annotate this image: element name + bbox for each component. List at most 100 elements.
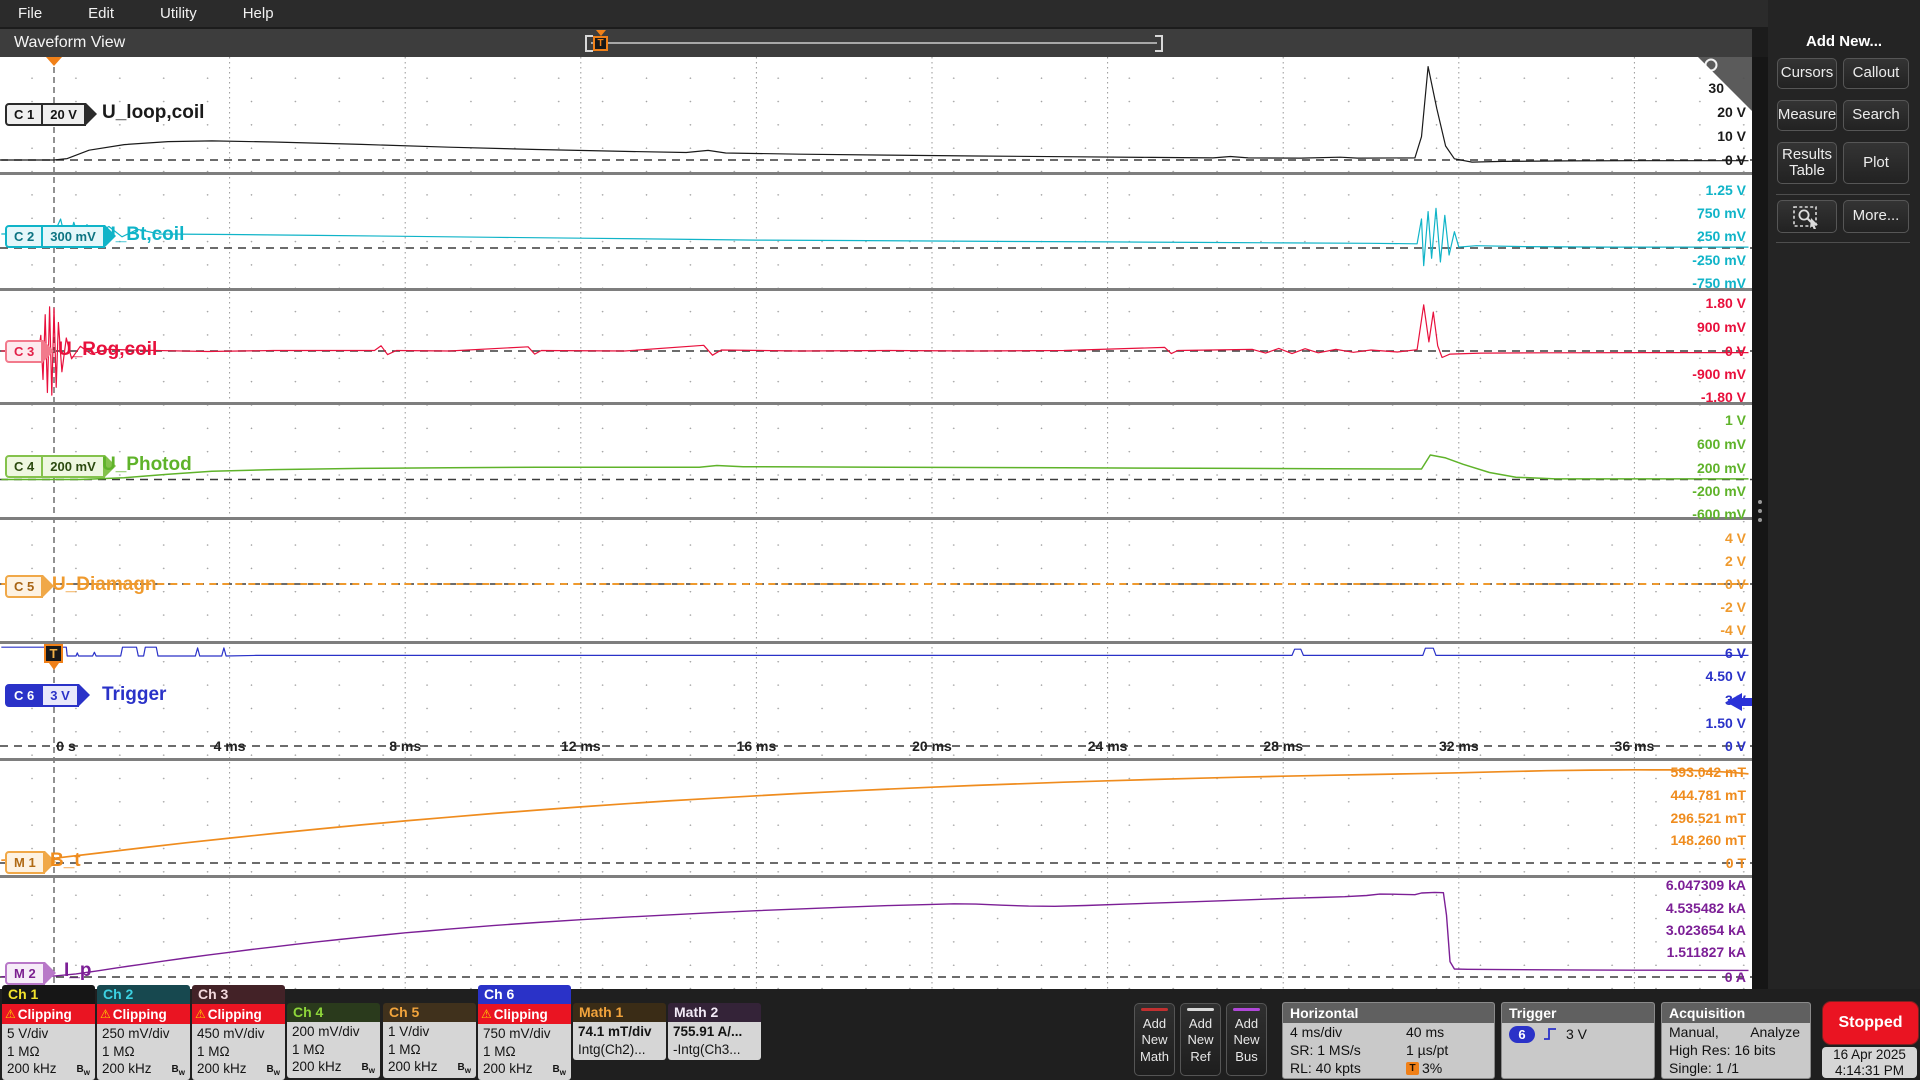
channel-badge-id: C 5 [5, 575, 43, 598]
datetime-display[interactable]: 16 Apr 2025 4:14:31 PM [1822, 1047, 1917, 1078]
clipping-label: Clipping [494, 1007, 548, 1022]
channel-badge-scale: 3 V [43, 684, 79, 707]
splitter-dot [1758, 509, 1762, 513]
horizontal-panel[interactable]: Horizontal 4 ms/div40 ms SR: 1 MS/s1 µs/… [1282, 1002, 1495, 1079]
footer-badge-row: 200 mV/div [292, 1023, 380, 1041]
sidebar-button-cursors[interactable]: Cursors [1777, 58, 1837, 89]
channel-name-c5: U_Diamagn [52, 574, 157, 596]
channel-badge-m1[interactable]: M 1 [5, 851, 56, 874]
footer-badge-body: 200 mV/div1 MΩ200 kHzBw [287, 1022, 380, 1078]
footer-badge-row: 1 MΩ [483, 1043, 571, 1061]
slice-separator [0, 875, 1752, 878]
trigger-position-marker-icon[interactable] [46, 57, 62, 66]
splitter-dot [1758, 518, 1762, 522]
footer-badge-header: Math 2 [668, 1003, 761, 1022]
axis-label-m1: 148.260 mT [1671, 832, 1747, 848]
footer-badge-row: 1 MΩ [102, 1043, 190, 1061]
slice-separator [0, 641, 1752, 644]
warning-icon: ⚠ [100, 1007, 111, 1021]
overview-left-bracket[interactable] [585, 35, 593, 52]
axis-label-c3: 1.80 V [1706, 295, 1746, 311]
trigger-source-icon[interactable]: T [44, 644, 63, 663]
footer-badge-ch-6[interactable]: Ch 6⚠Clipping750 mV/div1 MΩ200 kHzBw [478, 985, 571, 1080]
clipping-warning: ⚠Clipping [2, 1004, 95, 1024]
footer-badge-row: 1 V/div [388, 1023, 476, 1041]
oscilloscope-app: FileEditUtilityHelp Tektronix Waveform V… [0, 0, 1920, 1080]
bandwidth-indicator: Bw [362, 1059, 375, 1078]
sidebar-button-results-table[interactable]: Results Table [1777, 142, 1837, 184]
channel-name-c6: Trigger [102, 684, 166, 706]
channel-badge-c1[interactable]: C 120 V [5, 103, 97, 126]
more-button[interactable]: More... [1843, 200, 1909, 233]
footer-badge-row: 200 kHzBw [102, 1060, 190, 1078]
channel-badge-c4[interactable]: C 4200 mV [5, 455, 116, 478]
axis-label-m2: 6.047309 kA [1666, 877, 1746, 893]
sidebar-button-search[interactable]: Search [1843, 100, 1909, 131]
menu-edit[interactable]: Edit [88, 5, 114, 22]
button-add-new-ref[interactable]: AddNewRef [1180, 1003, 1221, 1076]
menu-help[interactable]: Help [243, 5, 274, 22]
axis-label-c5: 2 V [1725, 553, 1746, 569]
trigger-position-chip-icon: T [1406, 1062, 1419, 1075]
footer-badge-ch-5[interactable]: Ch 51 V/div1 MΩ200 kHzBw [383, 1003, 476, 1078]
axis-label-m1: 296.521 mT [1671, 810, 1747, 826]
footer-badge-math-1[interactable]: Math 174.1 mT/divIntg(Ch2)... [573, 1003, 666, 1060]
channel-badge-m2[interactable]: M 2 [5, 962, 56, 985]
channel-badge-id: C 4 [5, 455, 43, 478]
bandwidth-indicator: Bw [458, 1059, 471, 1078]
footer-badge-scale: 755.91 A/... [673, 1023, 761, 1041]
axis-label-c4: -200 mV [1692, 483, 1746, 499]
bandwidth-indicator: Bw [553, 1061, 566, 1080]
zoom-select-tool-button[interactable] [1777, 200, 1837, 233]
time-axis-label: 0 s [56, 738, 75, 754]
sidebar-button-callout[interactable]: Callout [1843, 58, 1909, 89]
footer-badge-ch-3[interactable]: Ch 3⚠Clipping450 mV/div1 MΩ200 kHzBw [192, 985, 285, 1080]
axis-label-c4: 1 V [1725, 412, 1746, 428]
horizontal-sample-rate: SR: 1 MS/s [1290, 1041, 1361, 1059]
channel-name-c2: U_Bt,coil [102, 224, 184, 246]
tab-waveform-view[interactable]: Waveform View [14, 34, 125, 52]
channel-name-m1: B_t [50, 850, 81, 872]
channel-badge-c5[interactable]: C 5 [5, 575, 54, 598]
channel-badge-scale: 300 mV [43, 225, 105, 248]
footer-badge-header: Ch 3 [192, 985, 285, 1004]
channel-badge-id: C 1 [5, 103, 43, 126]
acquisition-panel[interactable]: Acquisition Manual,Analyze High Res: 16 … [1661, 1002, 1811, 1079]
menu-utility[interactable]: Utility [160, 5, 197, 22]
button-add-new-math[interactable]: AddNewMath [1134, 1003, 1175, 1076]
footer-badge-ch-2[interactable]: Ch 2⚠Clipping250 mV/div1 MΩ200 kHzBw [97, 985, 190, 1080]
menu-file[interactable]: File [18, 5, 42, 22]
sidebar-button-plot[interactable]: Plot [1843, 142, 1909, 184]
footer-badge-header: Ch 6 [478, 985, 571, 1004]
axis-label-c1: 10 V [1717, 128, 1746, 144]
footer-badge-row: 1 MΩ [7, 1043, 95, 1061]
waveform-plot[interactable]: 3020 V10 V0 VC 120 VU_loop,coil1.25 V750… [0, 57, 1752, 989]
channel-badge-id: C 6 [5, 684, 43, 707]
channel-badge-c6[interactable]: C 63 V [5, 684, 90, 707]
run-stop-button[interactable]: Stopped [1822, 1001, 1919, 1045]
footer-badge-math-2[interactable]: Math 2755.91 A/...-Intg(Ch3... [668, 1003, 761, 1060]
footer-badge-ch-1[interactable]: Ch 1⚠Clipping5 V/div1 MΩ200 kHzBw [2, 985, 95, 1080]
time-text: 4:14:31 PM [1822, 1063, 1917, 1079]
panel-splitter[interactable] [1752, 57, 1768, 989]
acquisition-mode: Manual, [1669, 1023, 1719, 1041]
clipping-label: Clipping [208, 1007, 262, 1022]
trigger-level-arrow-icon[interactable] [1726, 693, 1742, 711]
zoom-overview-bar[interactable]: T [585, 35, 1163, 52]
trigger-panel[interactable]: Trigger 6 3 V [1501, 1002, 1655, 1079]
slice-separator [0, 758, 1752, 761]
acquisition-panel-title: Acquisition [1662, 1003, 1810, 1023]
trace-m2 [1, 892, 1748, 976]
button-add-new-bus[interactable]: AddNewBus [1226, 1003, 1267, 1076]
channel-badge-c3[interactable]: C 3 [5, 340, 54, 363]
sidebar-button-measure[interactable]: Measure [1777, 100, 1837, 131]
clipping-label: Clipping [113, 1007, 167, 1022]
axis-label-c6: 1.50 V [1706, 715, 1746, 731]
overview-right-bracket[interactable] [1155, 35, 1163, 52]
channel-badge-tip [79, 684, 90, 706]
waveform-traces-svg [0, 57, 1752, 989]
footer-badge-ch-4[interactable]: Ch 4200 mV/div1 MΩ200 kHzBw [287, 1003, 380, 1078]
channel-badge-c2[interactable]: C 2300 mV [5, 225, 116, 248]
zoom-corner-button[interactable] [1698, 57, 1752, 111]
axis-label-c5: 4 V [1725, 530, 1746, 546]
